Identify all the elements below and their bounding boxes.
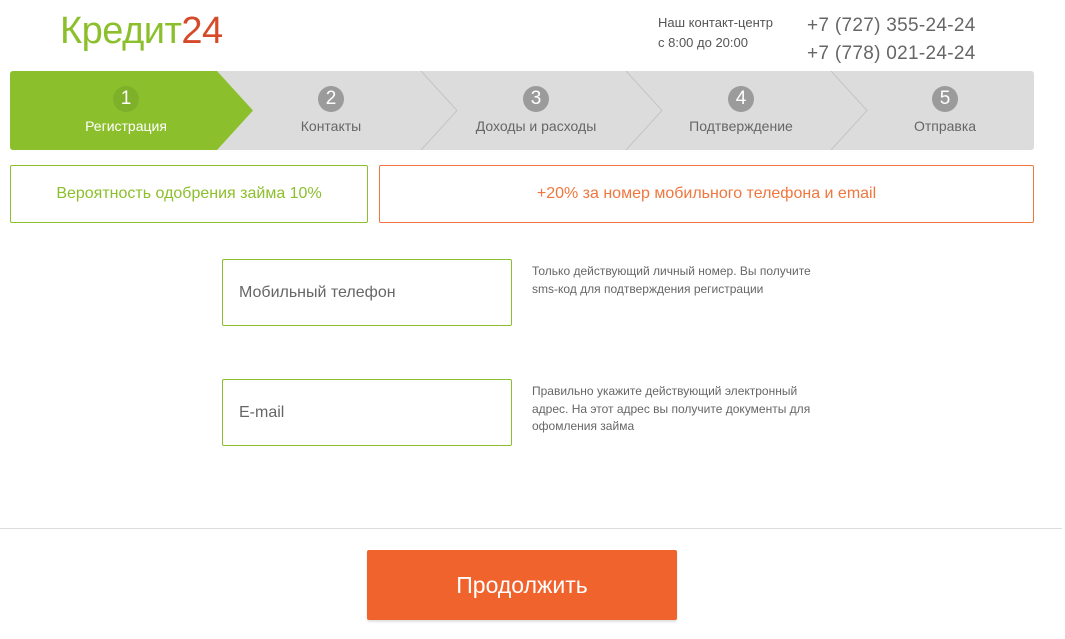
step-contacts[interactable]: 2 Контакты — [241, 71, 421, 150]
step-submit[interactable]: 5 Отправка — [855, 71, 1034, 150]
email-hint: Правильно укажите действующий электронны… — [532, 384, 811, 433]
logo-number: 24 — [181, 10, 223, 52]
phone-input[interactable] — [223, 260, 511, 325]
phone-hint: Только действующий личный номер. Вы полу… — [532, 264, 811, 296]
phone-1[interactable]: +7 (727) 355-24-24 — [807, 12, 976, 40]
approval-probability-box: Вероятность одобрения займа 10% — [10, 165, 368, 223]
step-confirmation[interactable]: 4 Подтверждение — [651, 71, 831, 150]
progress-steps: 1 Регистрация 2 Контакты 3 Доходы и расх… — [10, 71, 1034, 150]
phone-numbers: +7 (727) 355-24-24 +7 (778) 021-24-24 — [807, 12, 976, 68]
email-field[interactable] — [222, 379, 512, 446]
divider — [0, 528, 1062, 529]
bonus-info-box: +20% за номер мобильного телефона и emai… — [379, 165, 1034, 223]
logo-text: Кредит — [60, 10, 182, 52]
step-label: Доходы и расходы — [475, 118, 597, 134]
step-label: Регистрация — [85, 118, 167, 134]
step-income-expenses[interactable]: 3 Доходы и расходы — [446, 71, 626, 150]
contact-center-info: Наш контакт-центр с 8:00 до 20:00 — [658, 13, 773, 53]
step-number: 3 — [523, 86, 549, 112]
step-label: Отправка — [913, 118, 977, 134]
step-number: 2 — [318, 86, 344, 112]
step-number: 1 — [113, 86, 139, 112]
step-label: Контакты — [300, 118, 362, 134]
step-number: 5 — [932, 86, 958, 112]
phone-2[interactable]: +7 (778) 021-24-24 — [807, 40, 976, 68]
continue-button[interactable]: Продолжить — [367, 550, 677, 620]
step-number: 4 — [728, 86, 754, 112]
contact-center-hours: с 8:00 до 20:00 — [658, 35, 748, 50]
logo[interactable]: Кредит24 — [60, 10, 223, 53]
registration-page: Кредит24 Наш контакт-центр с 8:00 до 20:… — [0, 0, 1065, 639]
step-label: Подтверждение — [689, 118, 793, 134]
email-input[interactable] — [223, 380, 511, 445]
phone-field[interactable] — [222, 259, 512, 326]
step-registration[interactable]: 1 Регистрация — [36, 71, 216, 150]
contact-center-title: Наш контакт-центр — [658, 15, 773, 30]
